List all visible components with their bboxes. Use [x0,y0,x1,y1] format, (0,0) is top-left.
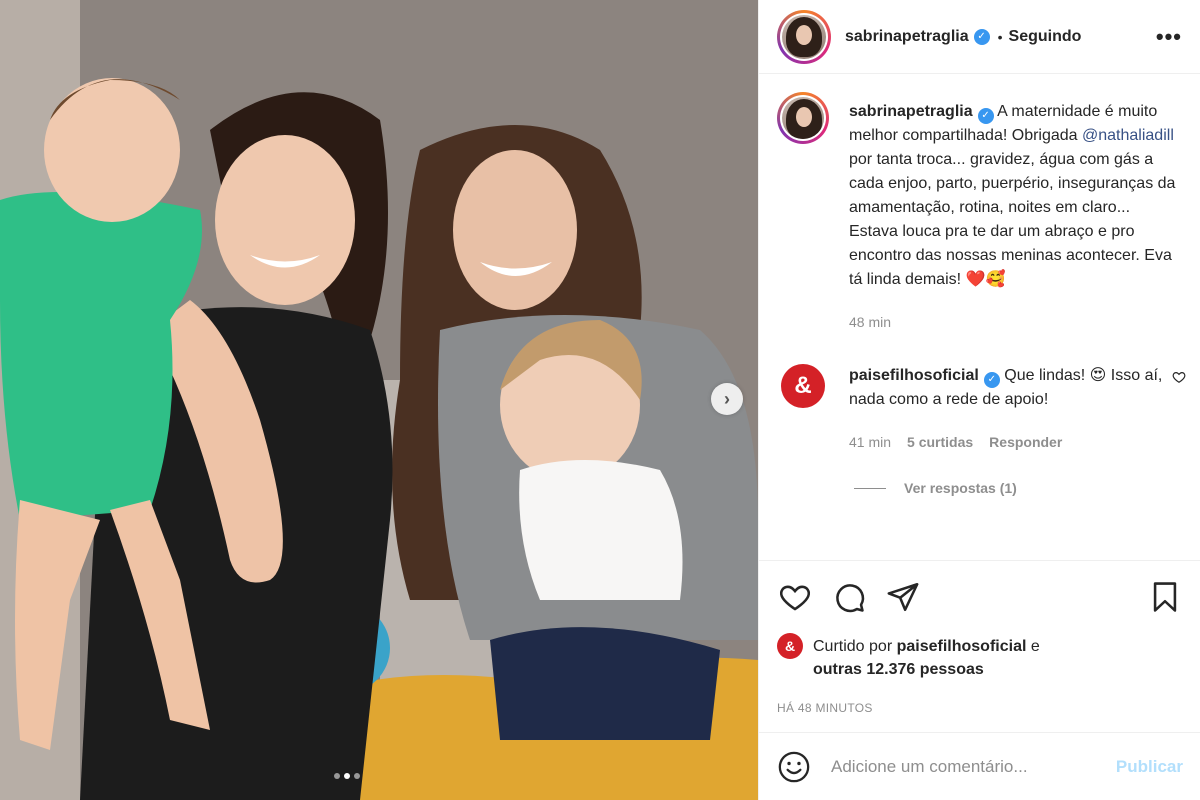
avatar-face [796,107,812,127]
comment-likes-count[interactable]: 5 curtidas [907,430,973,454]
author-username[interactable]: sabrinapetraglia [845,28,969,46]
next-slide-button[interactable]: › [711,383,743,415]
caption-username[interactable]: sabrinapetraglia [849,103,973,120]
reply-button[interactable]: Responder [989,430,1062,454]
caption-text-continued: por tanta troca... gravidez, água com gá… [849,151,1176,288]
post-side-panel: sabrinapetraglia ✓ • Seguindo ••• sabrin… [758,0,1200,800]
verified-badge-icon: ✓ [977,108,994,124]
caption-body: sabrinapetraglia ✓ A maternidade é muito … [849,100,1182,334]
heart-icon [779,585,811,611]
comment-bubble-icon [836,584,865,613]
avatar-border [780,95,826,141]
avatar-photo [782,14,826,59]
caption-timestamp[interactable]: 48 min [849,310,891,334]
caption-emoji: ❤️🥰 [965,271,1006,288]
bookmark-icon [1153,582,1177,612]
caption: sabrinapetraglia ✓ A maternidade é muito … [777,92,1182,334]
verified-badge-icon: ✓ [983,372,1000,388]
action-bar [777,577,1183,617]
add-comment-bar: Publicar [759,732,1200,800]
avatar-photo [782,97,824,139]
liked-by-text: Curtido por paisefilhosoficial e outras … [813,635,1040,681]
comment-item: & paisefilhosoficial ✓ Que lindas! 😍 Isso… [777,364,1186,454]
avatar-face [796,24,812,45]
carousel-indicator [334,773,360,779]
liker-username[interactable]: paisefilhosoficial [897,638,1027,655]
liked-by-prefix: Curtido por [813,638,897,655]
post-comment-button[interactable]: Publicar [1116,757,1183,777]
liked-others-link[interactable]: outras 12.376 pessoas [813,661,984,678]
mention-link[interactable]: @nathaliadill [1082,127,1174,144]
comments-section[interactable]: sabrinapetraglia ✓ A maternidade é muito … [759,74,1200,561]
carousel-dot [334,773,340,779]
comment-meta: 41 min 5 curtidas Responder [849,430,1182,454]
view-replies-label: Ver respostas (1) [904,480,1017,496]
liker-avatar[interactable]: & [777,633,803,659]
separator-dot: • [997,28,1003,45]
share-button[interactable] [885,579,921,615]
commenter-username[interactable]: paisefilhosoficial [849,367,979,384]
save-button[interactable] [1147,579,1183,615]
emoji-picker-icon[interactable] [777,750,811,784]
liked-by: & Curtido por paisefilhosoficial e outra… [777,633,1183,681]
more-options-icon[interactable]: ••• [1156,24,1182,50]
avatar-border [780,12,828,61]
commenter-avatar[interactable]: & [781,364,825,408]
post-photo[interactable]: › [0,0,758,800]
photo-illustration [0,0,758,800]
post-actions-area: & Curtido por paisefilhosoficial e outra… [759,560,1200,732]
comment-button[interactable] [831,579,867,615]
comment-input[interactable] [831,756,1116,777]
liked-by-conjunction: e [1026,638,1040,655]
chevron-right-icon: › [724,388,730,409]
comment-timestamp[interactable]: 41 min [849,430,891,454]
carousel-dot-active [344,773,350,779]
verified-badge-icon: ✓ [973,28,990,45]
view-replies-button[interactable]: Ver respostas (1) [854,480,1182,496]
paper-plane-icon [887,582,919,612]
follow-status-button[interactable]: Seguindo [1009,28,1082,46]
replies-divider [854,487,886,489]
post-header: sabrinapetraglia ✓ • Seguindo ••• [759,0,1200,74]
caption-meta: 48 min [849,310,1182,334]
carousel-dot [354,773,360,779]
post-timestamp[interactable]: HÁ 48 MINUTOS [777,701,1183,715]
like-button[interactable] [777,579,813,615]
caption-author-avatar[interactable] [777,92,829,144]
author-avatar[interactable] [777,9,831,64]
comment-body: paisefilhosoficial ✓ Que lindas! 😍 Isso a… [849,364,1182,454]
like-comment-heart-icon[interactable] [1172,370,1186,384]
